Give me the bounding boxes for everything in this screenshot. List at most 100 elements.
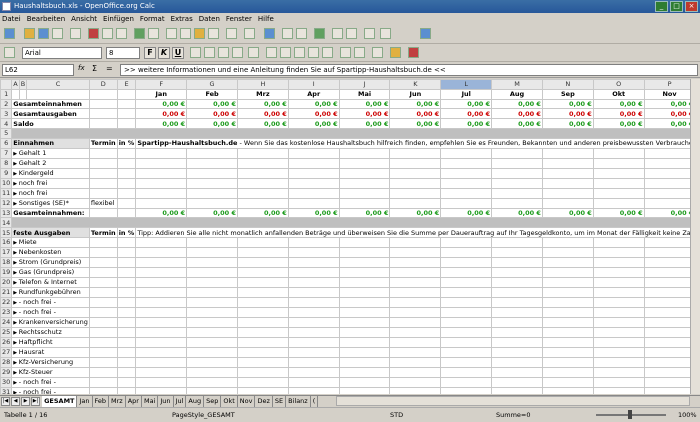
month-label[interactable]: Okt — [592, 88, 645, 100]
delete-decimal-icon[interactable] — [322, 47, 333, 58]
menu-datei[interactable]: Datei — [2, 13, 21, 25]
cell[interactable] — [440, 346, 493, 358]
income-total-label[interactable]: Gesamteinnahmen: — [11, 207, 90, 219]
cell[interactable] — [643, 246, 696, 258]
sheet-tab[interactable]: GESAMT — [42, 396, 78, 407]
row-header[interactable]: 29 — [0, 366, 13, 378]
save-icon[interactable] — [38, 28, 49, 39]
cell[interactable] — [116, 266, 137, 278]
cell[interactable] — [440, 167, 493, 179]
cell[interactable] — [287, 167, 340, 179]
cell[interactable] — [338, 177, 391, 189]
amount-cell[interactable]: 0,00 € — [643, 207, 696, 219]
row-header[interactable]: 15 — [0, 227, 13, 238]
amount-cell[interactable]: 0,00 € — [643, 118, 696, 129]
cell[interactable] — [116, 207, 137, 219]
cell[interactable] — [491, 376, 543, 388]
month-label[interactable]: Apr — [287, 88, 340, 100]
expense-item[interactable]: Gas (Grundpreis) — [11, 266, 90, 278]
cell[interactable] — [643, 197, 696, 209]
cell[interactable] — [236, 376, 289, 388]
open-icon[interactable] — [24, 28, 35, 39]
column-header[interactable]: E — [116, 79, 137, 90]
cell[interactable] — [116, 197, 137, 209]
cell[interactable] — [592, 386, 645, 394]
cell[interactable] — [491, 147, 543, 159]
cell[interactable] — [116, 108, 137, 120]
row-header[interactable]: 22 — [0, 296, 13, 308]
cell[interactable] — [338, 187, 391, 199]
chart-icon[interactable] — [314, 28, 325, 39]
cell[interactable] — [440, 386, 493, 394]
cell[interactable] — [135, 386, 188, 394]
cell[interactable] — [116, 88, 137, 100]
prev-sheet-icon[interactable]: ◀ — [11, 396, 20, 406]
cell[interactable] — [186, 236, 238, 248]
currency-icon[interactable] — [266, 47, 277, 58]
page-preview-icon[interactable] — [116, 28, 127, 39]
sheet-tab[interactable]: SE — [273, 396, 287, 407]
zoom-slider-knob[interactable] — [628, 410, 632, 419]
sheet-tab[interactable]: Bilanz — [286, 396, 311, 407]
column-header-selected[interactable]: L — [440, 79, 493, 90]
amount-cell[interactable]: 0,00 € — [135, 98, 188, 110]
cell[interactable] — [592, 177, 645, 189]
cell[interactable] — [338, 246, 391, 258]
cell[interactable] — [389, 316, 442, 328]
cell[interactable] — [287, 296, 340, 308]
amount-cell[interactable]: 0,00 € — [491, 98, 543, 110]
month-label[interactable]: Jan — [135, 88, 188, 100]
cell[interactable] — [116, 246, 137, 258]
cell[interactable] — [592, 147, 645, 159]
cell[interactable] — [338, 236, 391, 248]
amount-cell[interactable]: 0,00 € — [186, 118, 238, 129]
cell[interactable] — [541, 326, 594, 338]
row-header[interactable]: 9 — [0, 167, 13, 179]
cell[interactable] — [88, 326, 118, 338]
cell[interactable] — [338, 366, 391, 378]
cell[interactable] — [88, 236, 118, 248]
cell[interactable] — [287, 177, 340, 189]
expense-item[interactable]: Hausrat — [11, 346, 90, 358]
cell[interactable] — [440, 177, 493, 189]
amount-cell[interactable]: 0,00 € — [389, 118, 442, 129]
cell[interactable] — [592, 236, 645, 248]
row-header[interactable]: 18 — [0, 256, 13, 268]
column-header[interactable]: P — [643, 79, 696, 90]
menu-einfuegen[interactable]: Einfügen — [103, 13, 134, 25]
month-label[interactable]: Jul — [440, 88, 493, 100]
sheet-tab[interactable]: Jan — [77, 396, 93, 407]
cell[interactable] — [135, 246, 188, 258]
cell[interactable] — [541, 167, 594, 179]
number-format-icon[interactable] — [294, 47, 305, 58]
help-icon[interactable] — [420, 28, 431, 39]
row-header[interactable]: 13 — [0, 207, 13, 219]
cell[interactable] — [592, 366, 645, 378]
cell[interactable] — [287, 157, 340, 169]
cell[interactable] — [592, 356, 645, 368]
row-header[interactable]: 5 — [0, 127, 13, 139]
cell[interactable] — [236, 326, 289, 338]
cell[interactable] — [541, 376, 594, 388]
month-label[interactable]: Mrz — [236, 88, 289, 100]
hyperlink-icon[interactable] — [264, 28, 275, 39]
cell[interactable] — [389, 286, 442, 298]
cell[interactable] — [236, 316, 289, 328]
cell[interactable] — [440, 197, 493, 209]
amount-cell[interactable]: 0,00 € — [643, 108, 696, 120]
cell[interactable] — [440, 326, 493, 338]
menu-format[interactable]: Format — [140, 13, 165, 25]
month-label[interactable]: Jun — [389, 88, 442, 100]
amount-cell[interactable]: 0,00 € — [338, 108, 391, 120]
cell[interactable] — [186, 177, 238, 189]
amount-cell[interactable]: 0,00 € — [135, 118, 188, 129]
row-header[interactable]: 27 — [0, 346, 13, 358]
cell[interactable] — [135, 177, 188, 189]
row-header[interactable]: 8 — [0, 157, 13, 169]
cell[interactable] — [491, 316, 543, 328]
gallery-icon[interactable] — [364, 28, 375, 39]
cell[interactable] — [338, 296, 391, 308]
cut-icon[interactable] — [166, 28, 177, 39]
sheet-tab[interactable]: Okt — [221, 396, 238, 407]
cell[interactable] — [491, 167, 543, 179]
